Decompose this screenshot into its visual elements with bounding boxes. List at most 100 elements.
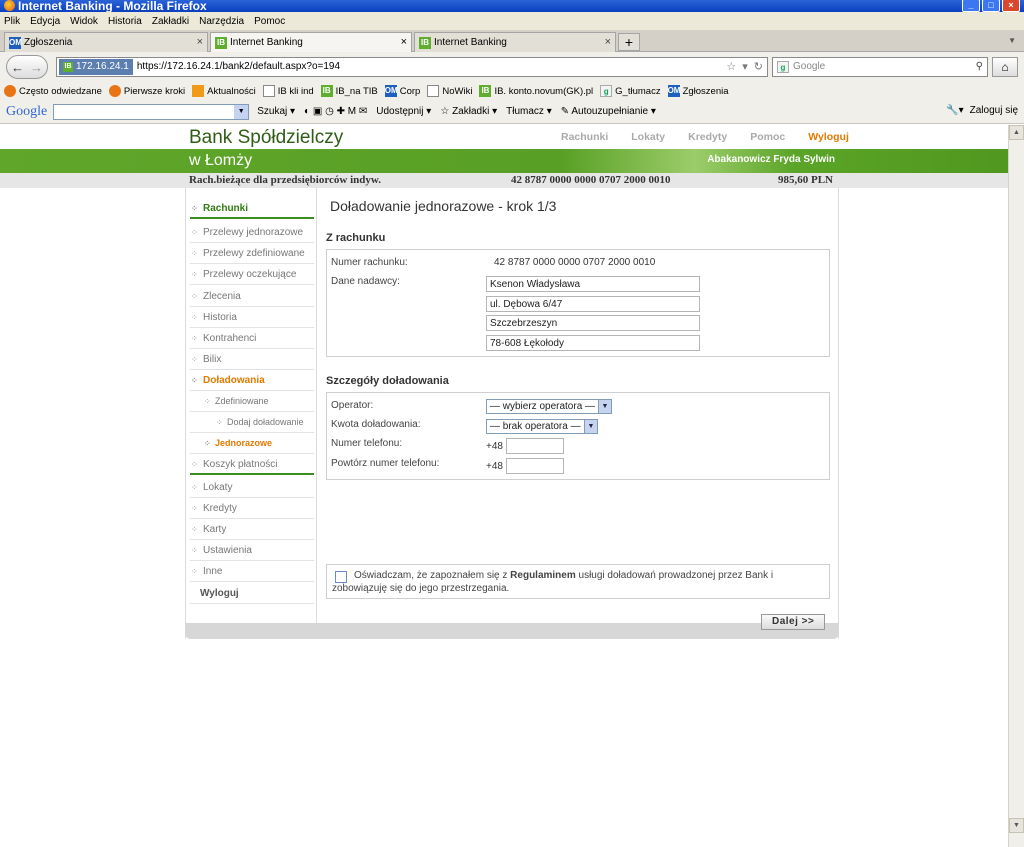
maximize-button[interactable]: □ (982, 0, 1000, 12)
back-forward-buttons[interactable]: ← → (6, 55, 48, 79)
bookmark-item[interactable]: Często odwiedzane (4, 85, 102, 97)
nav-logout[interactable]: Wyloguj (808, 131, 849, 143)
search-icon[interactable]: ⚲ (976, 58, 983, 76)
sidebar-item-orders[interactable]: Zlecenia (190, 286, 314, 307)
tab-label: Internet Banking (434, 36, 507, 48)
tab-internet-banking[interactable]: IB Internet Banking × (414, 32, 616, 52)
bookmark-star-icon[interactable]: ☆ (726, 58, 736, 76)
login-button[interactable]: Zaloguj się (970, 105, 1018, 116)
account-number-label: Numer rachunku: (331, 257, 408, 268)
google-icon[interactable]: g (777, 61, 789, 73)
translate-button[interactable]: Tłumacz ▾ (506, 106, 552, 117)
nav-accounts[interactable]: Rachunki (561, 131, 608, 143)
url-text[interactable]: https://172.16.24.1/bank2/default.aspx?o… (137, 58, 340, 76)
menu-tools[interactable]: Narzędzia (199, 16, 244, 27)
scroll-up-icon[interactable]: ▲ (1009, 125, 1024, 140)
url-bar[interactable]: IB 172.16.24.1 https://172.16.24.1/bank2… (56, 57, 768, 77)
next-button[interactable]: Dalej >> (761, 614, 826, 630)
close-tab-icon[interactable]: × (401, 33, 407, 51)
site-identity-badge[interactable]: IB 172.16.24.1 (59, 59, 133, 75)
close-tab-icon[interactable]: × (605, 33, 611, 51)
sender-city-field[interactable] (486, 315, 700, 331)
minimize-button[interactable]: _ (962, 0, 980, 12)
forward-icon[interactable]: → (30, 60, 43, 75)
sidebar-item-add-topup[interactable]: Dodaj doładowanie (190, 412, 314, 433)
sidebar-item-pending-transfers[interactable]: Przelewy oczekujące (190, 264, 314, 285)
page-content: Bank Spółdzielczy Rachunki Lokaty Kredyt… (0, 125, 1008, 847)
bank-location: w Łomży (189, 152, 253, 169)
sidebar-item-payment-basket[interactable]: Koszyk płatności (190, 454, 314, 475)
sidebar-item-cards[interactable]: Karty (190, 519, 314, 540)
wrench-icon[interactable]: 🔧▾ (946, 105, 963, 116)
sidebar-item-defined-topups[interactable]: Zdefiniowane (190, 391, 314, 412)
close-window-button[interactable]: × (1002, 0, 1020, 12)
sidebar-item-other[interactable]: Inne (190, 561, 314, 582)
vertical-scrollbar[interactable]: ▲ ▼ (1008, 125, 1024, 847)
sidebar-item-one-time-topup[interactable]: Jednorazowe (190, 433, 314, 454)
page-icon (262, 85, 275, 97)
home-button[interactable]: ⌂ (992, 57, 1018, 77)
search-input[interactable]: g Google ⚲ (772, 57, 988, 77)
bookmark-item[interactable]: OM Zgłoszenia (667, 85, 729, 97)
top-navigation: Rachunki Lokaty Kredyty Pomoc Wyloguj (561, 131, 849, 143)
bookmark-item[interactable]: Pierwsze kroki (108, 85, 185, 97)
share-button[interactable]: Udostępnij ▾ (376, 106, 431, 117)
autofill-button[interactable]: ✎ Autouzupełnianie ▾ (561, 106, 656, 117)
sender-postal-field[interactable] (486, 335, 700, 351)
sender-name-field[interactable] (486, 276, 700, 292)
nav-deposits[interactable]: Lokaty (631, 131, 665, 143)
bookmark-item[interactable]: NoWiki (427, 85, 472, 97)
google-search-input[interactable]: ▼ (53, 103, 250, 120)
tab-internet-banking-active[interactable]: IB Internet Banking × (210, 32, 412, 52)
chevron-down-icon[interactable]: ▼ (584, 420, 597, 433)
operator-select[interactable]: — wybierz operatora — ▼ (486, 399, 612, 414)
scroll-down-icon[interactable]: ▼ (1009, 818, 1024, 833)
dropdown-icon[interactable]: ▾ (742, 58, 748, 76)
regulations-link[interactable]: Regulaminem (510, 570, 576, 581)
sidebar-item-settings[interactable]: Ustawienia (190, 540, 314, 561)
bookmark-item[interactable]: IB IB_na TIB (320, 85, 378, 97)
tab-list-icon[interactable]: ▼ (1008, 36, 1016, 45)
bookmark-item[interactable]: OM Corp (384, 85, 420, 97)
reload-icon[interactable]: ↻ (754, 58, 763, 76)
sidebar-item-loans[interactable]: Kredyty (190, 498, 314, 519)
close-tab-icon[interactable]: × (197, 33, 203, 51)
ib-icon: IB (63, 62, 73, 72)
chevron-down-icon[interactable]: ▼ (598, 400, 611, 413)
menu-edit[interactable]: Edycja (30, 16, 60, 27)
sidebar-item-bilix[interactable]: Bilix (190, 349, 314, 370)
phone-repeat-input[interactable] (506, 458, 564, 474)
phone-input[interactable] (506, 438, 564, 454)
menu-help[interactable]: Pomoc (254, 16, 285, 27)
sidebar-item-logout[interactable]: Wyloguj (190, 583, 314, 604)
phone-repeat-prefix: +48 (486, 461, 503, 472)
bookmark-item[interactable]: IB IB. konto.novum(GK).pl (479, 85, 593, 97)
sidebar-item-deposits[interactable]: Lokaty (190, 477, 314, 498)
toolbar-icons[interactable]: ◐ ▣ ◷ ✚ M ✉ (304, 106, 367, 117)
new-tab-button[interactable]: + (618, 33, 640, 51)
menu-history[interactable]: Historia (108, 16, 142, 27)
back-icon[interactable]: ← (11, 60, 24, 75)
sidebar-item-defined-transfers[interactable]: Przelewy zdefiniowane (190, 243, 314, 264)
sidebar-item-contractors[interactable]: Kontrahenci (190, 328, 314, 349)
google-search-button[interactable]: Szukaj ▾ (257, 106, 295, 117)
nav-help[interactable]: Pomoc (750, 131, 785, 143)
menu-file[interactable]: Plik (4, 16, 20, 27)
menu-view[interactable]: Widok (70, 16, 98, 27)
tab-zgloszenia[interactable]: OM Zgłoszenia × (4, 32, 208, 52)
sidebar-item-history[interactable]: Historia (190, 307, 314, 328)
window-title: Internet Banking - Mozilla Firefox (18, 0, 207, 12)
menu-bookmarks[interactable]: Zakładki (152, 16, 189, 27)
sender-street-field[interactable] (486, 296, 700, 312)
bookmark-item[interactable]: Aktualności (192, 85, 256, 97)
sidebar-item-topups[interactable]: Doładowania (190, 370, 314, 391)
nav-loans[interactable]: Kredyty (688, 131, 727, 143)
bookmark-item[interactable]: g G_tłumacz (600, 85, 661, 97)
sidebar-item-one-time-transfers[interactable]: Przelewy jednorazowe (190, 222, 314, 243)
chevron-down-icon[interactable]: ▼ (234, 104, 249, 119)
amount-select[interactable]: — brak operatora — ▼ (486, 419, 598, 434)
bookmarks-button[interactable]: ☆ Zakładki ▾ (440, 106, 497, 117)
sidebar-item-accounts[interactable]: Rachunki (190, 198, 314, 219)
sender-label: Dane nadawcy: (331, 276, 400, 287)
bookmark-item[interactable]: IB kli ind (262, 85, 314, 97)
